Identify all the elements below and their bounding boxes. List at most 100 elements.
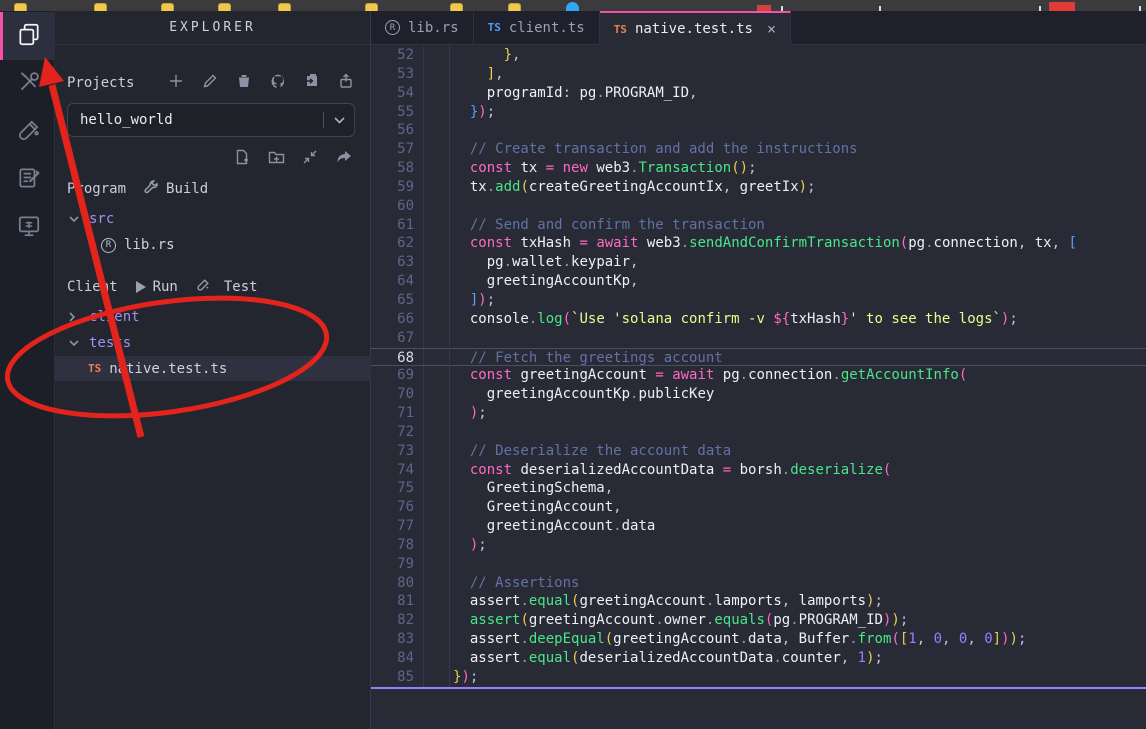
- file-row-lib-rs[interactable]: R lib.rs: [55, 234, 371, 256]
- line-number: 70: [371, 385, 424, 404]
- code-line-76[interactable]: 76 GreetingAccount,: [371, 498, 1146, 517]
- line-number: 55: [371, 103, 424, 122]
- browser-item-white: [1139, 6, 1141, 11]
- line-number: 59: [371, 178, 424, 197]
- code-line-56[interactable]: 56: [371, 121, 1146, 140]
- activity-item-terminal-monitor[interactable]: [0, 204, 54, 252]
- code-line-78[interactable]: 78 );: [371, 536, 1146, 555]
- code-line-53[interactable]: 53 ],: [371, 65, 1146, 84]
- collapse-arrows-icon: [302, 149, 318, 169]
- tab-native-test-ts[interactable]: TS native.test.ts ×: [600, 11, 791, 45]
- app-window: EXPLORER Projects: [0, 11, 1146, 729]
- folder-row-client[interactable]: client: [55, 306, 371, 328]
- code-line-74[interactable]: 74 const deserializedAccountData = borsh…: [371, 461, 1146, 480]
- code-text: greetingAccount.data: [424, 517, 655, 536]
- tab-bar-filler: [791, 11, 1146, 44]
- new-file-button[interactable]: [231, 148, 253, 170]
- share-button[interactable]: [333, 148, 355, 170]
- code-line-69[interactable]: 69 const greetingAccount = await pg.conn…: [371, 366, 1146, 385]
- browser-item-white: [1039, 6, 1041, 11]
- browser-item-yellow: [365, 3, 378, 11]
- code-line-77[interactable]: 77 greetingAccount.data: [371, 517, 1146, 536]
- sidebar-header: EXPLORER: [55, 11, 370, 45]
- code-line-79[interactable]: 79: [371, 555, 1146, 574]
- code-line-55[interactable]: 55 });: [371, 103, 1146, 122]
- code-line-60[interactable]: 60: [371, 197, 1146, 216]
- run-button[interactable]: Run: [136, 279, 178, 295]
- code-line-75[interactable]: 75 GreetingSchema,: [371, 479, 1146, 498]
- activity-item-explorer[interactable]: [0, 12, 54, 60]
- code-line-59[interactable]: 59 tx.add(createGreetingAccountIx, greet…: [371, 178, 1146, 197]
- activity-item-build-tools[interactable]: [0, 60, 54, 108]
- code-line-64[interactable]: 64 greetingAccountKp,: [371, 272, 1146, 291]
- collapse-folders-button[interactable]: [299, 148, 321, 170]
- tab-bar: R lib.rs TS client.ts TS native.test.ts …: [371, 11, 1146, 45]
- export-project-button[interactable]: [335, 72, 357, 94]
- folder-row-src[interactable]: src: [55, 208, 371, 230]
- code-line-61[interactable]: 61 // Send and confirm the transaction: [371, 216, 1146, 235]
- code-line-67[interactable]: 67: [371, 329, 1146, 348]
- tab-lib-rs[interactable]: R lib.rs: [371, 11, 474, 44]
- rename-project-button[interactable]: [199, 72, 221, 94]
- monitor-icon: [16, 213, 42, 243]
- code-text: // Send and confirm the transaction: [424, 216, 765, 235]
- code-line-65[interactable]: 65 ]);: [371, 291, 1146, 310]
- tab-label: lib.rs: [408, 20, 459, 36]
- line-number: 57: [371, 140, 424, 159]
- code-line-71[interactable]: 71 );: [371, 404, 1146, 423]
- import-project-button[interactable]: [301, 72, 323, 94]
- code-line-70[interactable]: 70 greetingAccountKp.publicKey: [371, 385, 1146, 404]
- code-text: tx.add(createGreetingAccountIx, greetIx)…: [424, 178, 816, 197]
- new-project-button[interactable]: [165, 72, 187, 94]
- explorer-sidebar: EXPLORER Projects: [55, 11, 371, 729]
- editor: R lib.rs TS client.ts TS native.test.ts …: [371, 11, 1146, 729]
- line-number: 66: [371, 310, 424, 329]
- code-line-54[interactable]: 54 programId: pg.PROGRAM_ID,: [371, 84, 1146, 103]
- code-line-68[interactable]: 68 // Fetch the greetings account: [371, 348, 1146, 367]
- code-line-85[interactable]: 85});: [371, 668, 1146, 687]
- code-line-83[interactable]: 83 assert.deepEqual(greetingAccount.data…: [371, 630, 1146, 649]
- browser-item-blue: [566, 2, 579, 11]
- code-text: const deserializedAccountData = borsh.de…: [424, 461, 891, 480]
- wrench-icon: [144, 180, 166, 199]
- close-tab-icon[interactable]: ×: [767, 20, 776, 38]
- code-line-81[interactable]: 81 assert.equal(greetingAccount.lamports…: [371, 592, 1146, 611]
- code-text: console.log(`Use 'solana confirm -v ${tx…: [424, 310, 1018, 329]
- code-line-58[interactable]: 58 const tx = new web3.Transaction();: [371, 159, 1146, 178]
- tab-client-ts[interactable]: TS client.ts: [474, 11, 600, 44]
- code-line-84[interactable]: 84 assert.equal(deserializedAccountData.…: [371, 649, 1146, 668]
- import-icon: [304, 73, 320, 93]
- test-tube-icon: [16, 117, 42, 147]
- folder-row-tests[interactable]: tests: [55, 332, 371, 354]
- code-line-57[interactable]: 57 // Create transaction and add the ins…: [371, 140, 1146, 159]
- browser-item-white: [879, 6, 881, 11]
- code-line-66[interactable]: 66 console.log(`Use 'solana confirm -v $…: [371, 310, 1146, 329]
- activity-item-tutorials[interactable]: [0, 156, 54, 204]
- code-area[interactable]: 52 },53 ],54 programId: pg.PROGRAM_ID,55…: [371, 46, 1146, 687]
- code-line-62[interactable]: 62 const txHash = await web3.sendAndConf…: [371, 234, 1146, 253]
- delete-project-button[interactable]: [233, 72, 255, 94]
- chevron-right-icon: [69, 312, 81, 322]
- github-button[interactable]: [267, 72, 289, 94]
- activity-item-test[interactable]: [0, 108, 54, 156]
- line-number: 67: [371, 329, 424, 348]
- build-button[interactable]: Build: [144, 180, 208, 199]
- test-button[interactable]: Test: [196, 278, 258, 296]
- project-select[interactable]: hello_world: [67, 103, 355, 137]
- code-line-63[interactable]: 63 pg.wallet.keypair,: [371, 253, 1146, 272]
- code-line-73[interactable]: 73 // Deserialize the account data: [371, 442, 1146, 461]
- code-line-72[interactable]: 72: [371, 423, 1146, 442]
- tools-icon: [16, 69, 42, 99]
- line-number: 68: [371, 349, 424, 366]
- line-number: 84: [371, 649, 424, 668]
- code-line-80[interactable]: 80 // Assertions: [371, 574, 1146, 593]
- new-folder-button[interactable]: [265, 148, 287, 170]
- line-number: 60: [371, 197, 424, 216]
- new-file-icon: [234, 149, 250, 169]
- typescript-test-icon: TS: [614, 23, 627, 36]
- code-line-52[interactable]: 52 },: [371, 46, 1146, 65]
- file-row-native-test-ts[interactable]: TS native.test.ts: [55, 356, 371, 381]
- file-name-lib-rs: lib.rs: [124, 237, 175, 253]
- line-number: 81: [371, 592, 424, 611]
- code-line-82[interactable]: 82 assert(greetingAccount.owner.equals(p…: [371, 611, 1146, 630]
